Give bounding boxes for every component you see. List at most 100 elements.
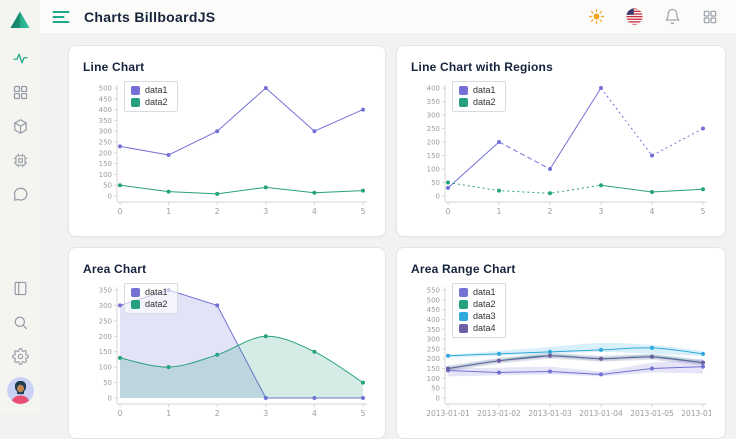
svg-text:50: 50	[431, 179, 440, 187]
legend-label: data2	[145, 299, 168, 310]
line-regions-chart-canvas: 050100150200250300350400012345data1data2	[411, 80, 711, 222]
svg-text:300: 300	[99, 128, 112, 136]
legend-swatch	[131, 86, 140, 95]
legend-swatch	[459, 300, 468, 309]
svg-text:300: 300	[99, 302, 112, 310]
sidebar-item-search[interactable]	[5, 307, 35, 337]
legend-item-data2[interactable]: data2	[459, 97, 496, 108]
us-flag-icon	[626, 8, 643, 25]
svg-text:0: 0	[118, 409, 123, 418]
area-chart-canvas: 050100150200250300350012345data1data2	[83, 282, 371, 424]
svg-text:450: 450	[99, 95, 112, 103]
svg-text:2013-01-03: 2013-01-03	[528, 409, 572, 418]
svg-text:2013-01-01: 2013-01-01	[426, 409, 470, 418]
top-header: Charts BillboardJS	[40, 0, 736, 33]
cube-icon	[12, 118, 29, 135]
legend-item-data1[interactable]: data1	[459, 85, 496, 96]
area-range-chart-canvas: 0501001502002503003504004505005502013-01…	[411, 282, 711, 424]
legend-item-data2[interactable]: data2	[131, 97, 168, 108]
svg-text:1: 1	[497, 207, 502, 216]
svg-text:5: 5	[701, 207, 706, 216]
chart-card-line-regions: Line Chart with Regions 0501001502002503…	[396, 45, 726, 237]
svg-text:400: 400	[427, 85, 440, 93]
svg-text:0: 0	[436, 395, 440, 403]
svg-text:100: 100	[99, 171, 112, 179]
svg-text:50: 50	[103, 379, 112, 387]
legend-label: data1	[145, 287, 168, 298]
svg-text:3: 3	[263, 409, 268, 418]
svg-text:0: 0	[446, 207, 451, 216]
svg-text:300: 300	[427, 336, 440, 344]
avatar-image	[7, 377, 34, 404]
svg-text:200: 200	[99, 149, 112, 157]
sun-icon	[588, 8, 605, 25]
app-root: Charts BillboardJS	[0, 0, 736, 412]
svg-text:200: 200	[427, 139, 440, 147]
svg-text:4: 4	[650, 207, 655, 216]
sidebar-item-chat[interactable]	[5, 179, 35, 209]
apps-menu-button[interactable]	[698, 5, 722, 29]
legend-item-data1[interactable]: data1	[131, 287, 168, 298]
chart-legend: data1data2data3data4	[452, 283, 506, 338]
chart-title: Area Chart	[83, 262, 371, 276]
svg-text:2: 2	[215, 207, 220, 216]
legend-label: data1	[145, 85, 168, 96]
svg-text:2: 2	[215, 409, 220, 418]
legend-label: data4	[473, 323, 496, 334]
sidebar-item-charts[interactable]	[5, 43, 35, 73]
legend-item-data2[interactable]: data2	[131, 299, 168, 310]
svg-text:400: 400	[99, 106, 112, 114]
legend-item-data4[interactable]: data4	[459, 323, 496, 334]
charts-grid: Line Chart 05010015020025030035040045050…	[40, 33, 736, 439]
svg-text:350: 350	[99, 287, 112, 295]
svg-text:3: 3	[599, 207, 604, 216]
chart-card-area: Area Chart 050100150200250300350012345da…	[68, 247, 386, 439]
svg-text:250: 250	[99, 139, 112, 147]
legend-swatch	[459, 86, 468, 95]
svg-text:2: 2	[548, 207, 553, 216]
legend-swatch	[131, 300, 140, 309]
chart-title: Line Chart with Regions	[411, 60, 711, 74]
svg-text:1: 1	[166, 207, 171, 216]
svg-text:250: 250	[427, 125, 440, 133]
svg-text:5: 5	[361, 207, 366, 216]
legend-label: data2	[473, 97, 496, 108]
panel-layout-icon	[12, 280, 29, 297]
svg-text:0: 0	[108, 395, 112, 403]
chart-card-line: Line Chart 05010015020025030035040045050…	[68, 45, 386, 237]
legend-item-data2[interactable]: data2	[459, 299, 496, 310]
svg-text:2013-01-04: 2013-01-04	[579, 409, 623, 418]
hamburger-icon	[52, 10, 70, 24]
language-button[interactable]	[622, 5, 646, 29]
notifications-button[interactable]	[660, 5, 684, 29]
svg-text:350: 350	[427, 326, 440, 334]
svg-text:0: 0	[118, 207, 123, 216]
sidebar-toggle-button[interactable]	[48, 6, 74, 28]
svg-text:350: 350	[427, 98, 440, 106]
chart-legend: data1data2	[124, 81, 178, 112]
svg-text:2013-01-05: 2013-01-05	[630, 409, 674, 418]
sidebar-item-settings[interactable]	[5, 341, 35, 371]
legend-swatch	[459, 288, 468, 297]
bell-icon	[664, 8, 681, 25]
sidebar-item-widgets[interactable]	[5, 77, 35, 107]
sidebar-item-components[interactable]	[5, 111, 35, 141]
legend-item-data1[interactable]: data1	[131, 85, 168, 96]
sidebar-item-layout[interactable]	[5, 273, 35, 303]
app-logo[interactable]	[5, 5, 35, 35]
svg-text:300: 300	[427, 112, 440, 120]
svg-text:350: 350	[99, 117, 112, 125]
legend-swatch	[131, 288, 140, 297]
activity-icon	[12, 50, 29, 67]
user-avatar[interactable]	[7, 377, 34, 404]
sidebar-item-elements[interactable]	[5, 145, 35, 175]
legend-label: data1	[473, 85, 496, 96]
legend-item-data1[interactable]: data1	[459, 287, 496, 298]
svg-text:50: 50	[431, 385, 440, 393]
legend-item-data3[interactable]: data3	[459, 311, 496, 322]
sidebar	[0, 0, 40, 412]
svg-text:0: 0	[108, 193, 112, 201]
widgets-grid-icon	[12, 84, 29, 101]
svg-text:4: 4	[312, 207, 317, 216]
theme-toggle-button[interactable]	[584, 5, 608, 29]
